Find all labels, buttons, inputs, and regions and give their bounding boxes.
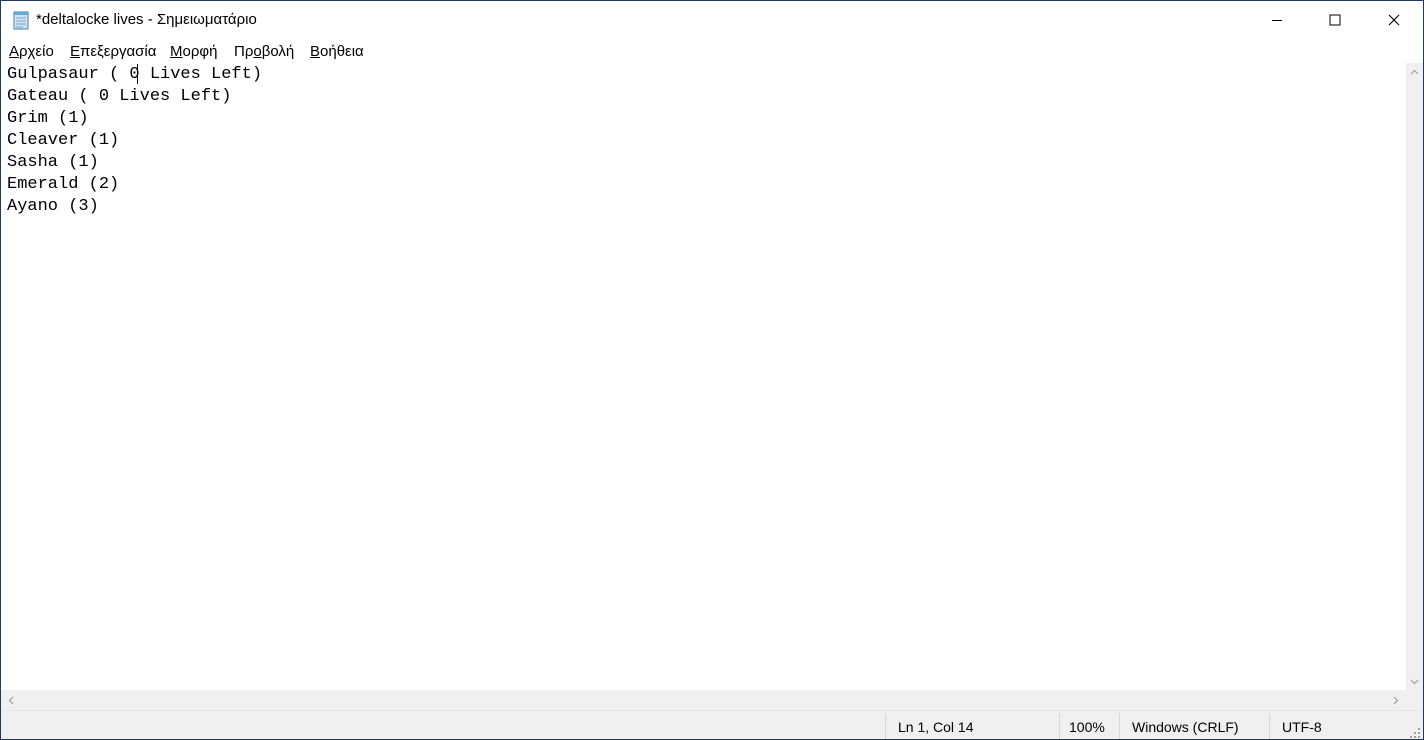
minimize-button[interactable] bbox=[1248, 1, 1306, 39]
text-line: Sasha (1) bbox=[7, 153, 99, 172]
maximize-button[interactable] bbox=[1306, 1, 1364, 39]
minimize-icon bbox=[1272, 20, 1282, 21]
menu-format-accelerator: Μ bbox=[170, 43, 183, 60]
status-separator bbox=[885, 713, 886, 739]
horizontal-scrollbar[interactable] bbox=[1, 690, 1406, 710]
text-line: Emerald (2) bbox=[7, 175, 120, 194]
title-bar[interactable]: *deltalocke lives - Σημειωματάριο bbox=[1, 1, 1423, 39]
menu-help-accelerator: Β bbox=[310, 43, 321, 60]
scroll-up-button[interactable] bbox=[1406, 63, 1423, 80]
menu-bar: Αρχείο Επεξεργασία Μορφή Προβολή Βοήθεια bbox=[1, 39, 1423, 63]
status-bar: Ln 1, Col 14 100% Windows (CRLF) UTF-8 bbox=[1, 710, 1423, 739]
status-zoom: 100% bbox=[1069, 719, 1105, 735]
vertical-scrollbar[interactable] bbox=[1406, 63, 1423, 690]
notepad-window: *deltalocke lives - Σημειωματάριο Αρχείο… bbox=[0, 0, 1424, 740]
menu-view-accelerator: ο bbox=[253, 43, 262, 60]
menu-help[interactable]: Βοήθεια bbox=[310, 43, 364, 60]
menu-format-label-post: ορφή bbox=[182, 43, 218, 60]
text-line: Gateau ( 0 Lives Left) bbox=[7, 87, 232, 106]
chevron-left-icon bbox=[8, 696, 14, 704]
menu-file-accelerator: Α bbox=[9, 43, 20, 60]
scroll-down-button[interactable] bbox=[1406, 673, 1423, 690]
status-separator bbox=[1059, 713, 1060, 739]
text-line: Ayano (3) bbox=[7, 197, 99, 216]
menu-edit-accelerator: Ε bbox=[70, 43, 81, 60]
resize-grip-icon[interactable] bbox=[1409, 727, 1421, 739]
status-separator bbox=[1119, 713, 1120, 739]
menu-file-label-post: ρχείο bbox=[19, 43, 54, 60]
status-separator bbox=[1269, 713, 1270, 739]
menu-edit[interactable]: Επεξεργασία bbox=[70, 43, 156, 60]
chevron-right-icon bbox=[1393, 696, 1399, 704]
status-encoding: UTF-8 bbox=[1282, 719, 1322, 735]
menu-view[interactable]: Προβολή bbox=[234, 43, 294, 60]
text-line: Grim (1) bbox=[7, 109, 89, 128]
scroll-right-button[interactable] bbox=[1386, 690, 1406, 710]
menu-edit-label-post: πεξεργασία bbox=[80, 43, 157, 60]
menu-help-label-post: οήθεια bbox=[320, 43, 364, 60]
status-line-ending: Windows (CRLF) bbox=[1132, 719, 1239, 735]
text-line: Cleaver (1) bbox=[7, 131, 120, 150]
text-editor[interactable]: Gulpasaur ( 0 Lives Left) Gateau ( 0 Liv… bbox=[1, 63, 1406, 690]
text-caret bbox=[137, 64, 138, 84]
close-button[interactable] bbox=[1365, 1, 1423, 39]
window-title: *deltalocke lives - Σημειωματάριο bbox=[36, 11, 257, 28]
chevron-down-icon bbox=[1410, 679, 1419, 684]
text-line: Gulpasaur ( 0 Lives Left) bbox=[7, 65, 263, 84]
status-cursor-position: Ln 1, Col 14 bbox=[898, 719, 974, 735]
menu-view-label-post: βολή bbox=[261, 43, 295, 60]
close-icon bbox=[1388, 14, 1400, 26]
menu-format[interactable]: Μορφή bbox=[170, 43, 217, 60]
maximize-icon bbox=[1329, 14, 1341, 26]
chevron-up-icon bbox=[1410, 69, 1419, 74]
menu-view-label-pre: Πρ bbox=[234, 43, 254, 60]
scroll-left-button[interactable] bbox=[1, 690, 21, 710]
scrollbar-corner bbox=[1406, 690, 1423, 710]
menu-file[interactable]: Αρχείο bbox=[9, 43, 54, 60]
notepad-icon bbox=[13, 11, 29, 30]
